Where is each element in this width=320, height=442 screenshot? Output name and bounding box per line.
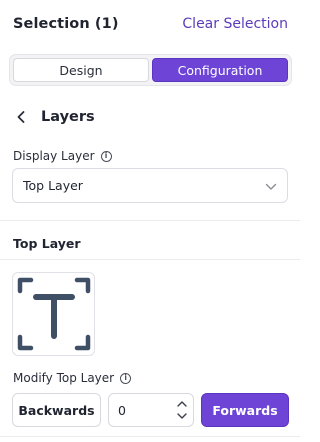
modify-layer-label: Modify Top Layer xyxy=(13,371,115,385)
display-layer-label-row: Display Layer i xyxy=(13,149,112,163)
layer-thumbnail[interactable] xyxy=(12,272,95,356)
stepper-arrows xyxy=(177,401,187,419)
section-divider xyxy=(0,436,300,437)
top-layer-title: Top Layer xyxy=(13,236,81,251)
layers-header: Layers xyxy=(17,106,95,128)
modify-label-row: Modify Top Layer i xyxy=(13,371,132,385)
display-layer-select[interactable]: Top Layer xyxy=(12,168,288,203)
chevron-down-icon[interactable] xyxy=(177,413,187,419)
mode-tabs: Design Configuration xyxy=(9,54,292,86)
modify-controls: Backwards 0 Forwards xyxy=(12,393,289,427)
section-divider xyxy=(0,220,300,221)
tab-design[interactable]: Design xyxy=(13,58,149,82)
text-t-icon xyxy=(17,277,90,351)
tab-configuration[interactable]: Configuration xyxy=(152,58,288,82)
panel-header: Selection (1) Clear Selection xyxy=(13,13,288,35)
forwards-button[interactable]: Forwards xyxy=(201,393,289,427)
layers-title: Layers xyxy=(41,109,95,125)
chevron-down-icon xyxy=(265,176,277,195)
layer-order-stepper[interactable]: 0 xyxy=(108,393,194,427)
display-layer-label: Display Layer xyxy=(13,149,95,163)
info-icon[interactable]: i xyxy=(100,150,112,162)
clear-selection-link[interactable]: Clear Selection xyxy=(182,16,288,32)
selection-title: Selection (1) xyxy=(13,16,119,32)
chevron-up-icon[interactable] xyxy=(177,401,187,407)
display-layer-value: Top Layer xyxy=(23,178,83,193)
info-icon[interactable]: i xyxy=(120,372,132,384)
back-chevron-icon[interactable] xyxy=(17,110,27,124)
layer-order-value[interactable]: 0 xyxy=(118,403,126,418)
backwards-button[interactable]: Backwards xyxy=(12,393,101,427)
section-divider xyxy=(0,259,300,260)
